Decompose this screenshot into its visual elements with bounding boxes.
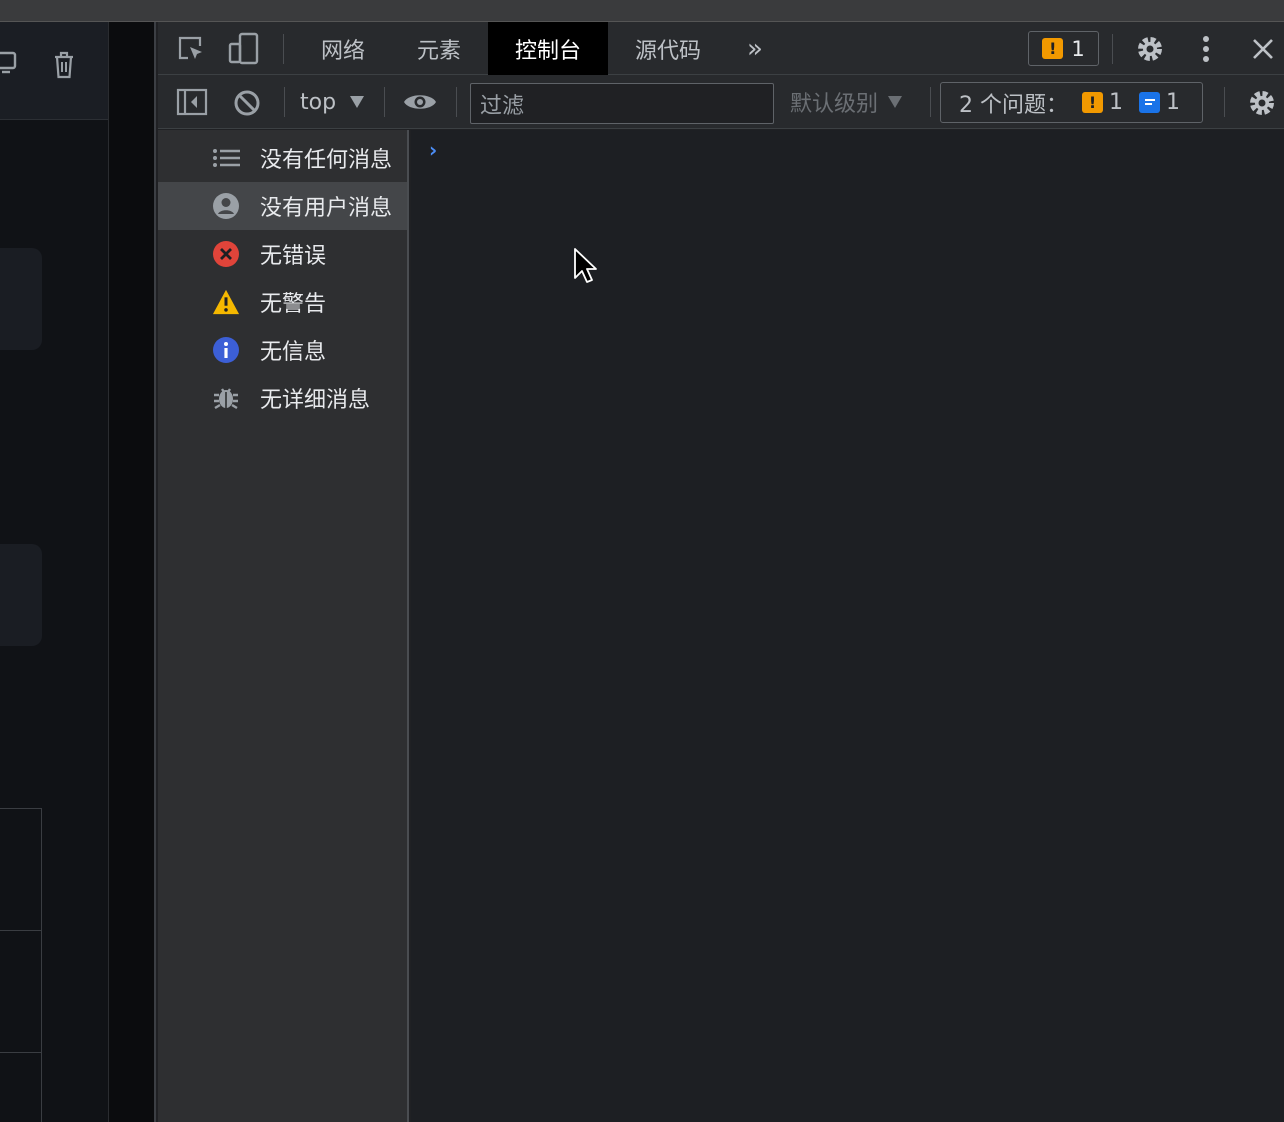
filter-input[interactable]: 过滤 [470, 83, 774, 124]
device-icon[interactable] [0, 50, 20, 82]
sidebar-item-errors[interactable]: 无错误 [158, 230, 407, 278]
devtools-panel: 网络 元素 控制台 源代码 » ! 1 top 过滤 默认级别 2 个问题： !… [158, 22, 1284, 1122]
settings-gear-icon[interactable] [1134, 33, 1166, 65]
sidebar-item-label: 没有用户消息 [260, 196, 393, 221]
error-icon [212, 240, 240, 268]
tab-network[interactable]: 网络 [298, 22, 388, 75]
warning-badge-icon: ! [1042, 38, 1064, 59]
page-header [0, 22, 108, 120]
divider [1224, 87, 1225, 117]
dropdown-arrow-icon [350, 96, 365, 108]
window-top-strip [0, 0, 1284, 22]
sidebar-item-label: 无信息 [260, 340, 327, 365]
more-tabs-icon[interactable]: » [740, 34, 770, 64]
info-icon [212, 336, 240, 364]
warning-count: 1 [1109, 90, 1123, 115]
screen: 网络 元素 控制台 源代码 » ! 1 top 过滤 默认级别 2 个问题： !… [0, 0, 1284, 1122]
tab-elements[interactable]: 元素 [396, 22, 482, 75]
sidebar-item-warnings[interactable]: 无警告 [158, 278, 407, 326]
clear-console-icon[interactable] [232, 88, 262, 118]
info-message-icon [1139, 92, 1160, 113]
sidebar-item-label: 无警告 [260, 292, 327, 317]
sidebar-item-info[interactable]: 无信息 [158, 326, 407, 374]
table-row [0, 809, 41, 931]
sidebar-item-verbose[interactable]: 无详细消息 [158, 374, 407, 422]
more-options-icon[interactable] [1194, 33, 1218, 65]
live-expression-eye-icon[interactable] [402, 89, 438, 115]
devtools-tabbar: 网络 元素 控制台 源代码 » ! 1 [158, 22, 1284, 75]
sidebar-item-label: 无错误 [260, 244, 327, 269]
mouse-cursor-icon [573, 248, 597, 288]
divider [284, 87, 285, 117]
sidebar-item-all-messages[interactable]: 没有任何消息 [158, 134, 407, 182]
sidebar-toggle-icon[interactable] [176, 88, 208, 116]
inspected-page [0, 22, 108, 1122]
list-icon [212, 144, 240, 172]
tab-console[interactable]: 控制台 [488, 22, 608, 75]
sidebar-item-label: 没有任何消息 [260, 148, 393, 173]
log-level-label: 默认级别 [790, 92, 879, 117]
sidebar-item-user-messages[interactable]: 没有用户消息 [158, 182, 407, 230]
sidebar-item-label: 无详细消息 [260, 388, 371, 413]
page-gutter [108, 22, 156, 1122]
divider [384, 87, 385, 117]
bug-icon [212, 384, 240, 412]
console-toolbar: top 过滤 默认级别 2 个问题： ! 1 1 [158, 75, 1284, 129]
warning-icon [212, 288, 240, 316]
divider [283, 34, 284, 64]
inspect-element-icon[interactable] [176, 34, 206, 64]
user-icon [212, 192, 240, 220]
dropdown-arrow-icon [888, 96, 903, 108]
table-row [0, 931, 41, 1053]
issues-button-count: 1 [1071, 36, 1085, 61]
issues-counter[interactable]: 2 个问题： ! 1 1 [940, 82, 1203, 123]
device-toolbar-icon[interactable] [228, 32, 260, 66]
page-card [0, 544, 42, 646]
page-table [0, 808, 42, 1122]
tab-sources[interactable]: 源代码 [620, 22, 716, 75]
issues-label: 2 个问题： [959, 92, 1068, 118]
divider [456, 87, 457, 117]
context-selector[interactable]: top [300, 75, 365, 129]
warning-badge-icon: ! [1082, 92, 1103, 113]
info-count: 1 [1166, 90, 1180, 115]
log-level-dropdown[interactable]: 默认级别 [790, 75, 903, 129]
page-card [0, 248, 42, 350]
divider [930, 87, 931, 117]
trash-icon[interactable] [52, 50, 76, 84]
divider [1112, 34, 1113, 64]
issues-button[interactable]: ! 1 [1028, 31, 1099, 66]
console-prompt-icon[interactable]: › [429, 138, 437, 162]
close-icon[interactable] [1248, 34, 1278, 64]
context-label: top [300, 89, 337, 115]
console-output[interactable]: › [411, 130, 1284, 1122]
filter-placeholder: 过滤 [480, 93, 525, 119]
console-sidebar: 没有任何消息 没有用户消息 无错误 无警告 无信息 无详细消息 [158, 130, 409, 1122]
console-settings-gear-icon[interactable] [1246, 87, 1278, 119]
